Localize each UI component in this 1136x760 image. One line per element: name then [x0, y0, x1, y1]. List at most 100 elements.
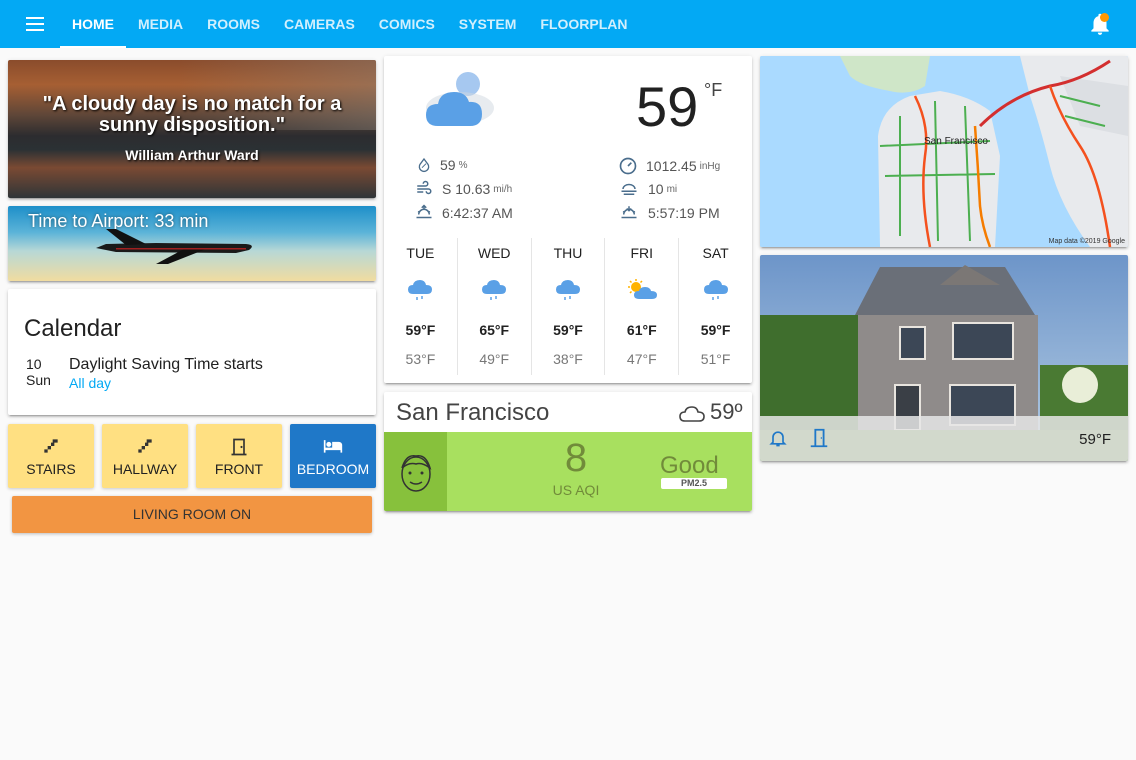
notification-badge [1100, 13, 1109, 22]
view-tabs: HOME MEDIA ROOMS CAMERAS COMICS SYSTEM F… [60, 0, 639, 48]
forecast-day-name: SAT [702, 245, 729, 261]
sunset-row: 5:57:19 PM [618, 204, 720, 222]
calendar-day-number: 10 [26, 356, 42, 372]
tab-system[interactable]: SYSTEM [447, 0, 529, 48]
quote-author: William Arthur Ward [125, 147, 259, 163]
forecast-low: 53°F [405, 351, 436, 367]
tab-rooms[interactable]: ROOMS [195, 0, 272, 48]
forecast-day-name: TUE [406, 245, 435, 261]
forecast-high: 65°F [479, 322, 510, 338]
aqi-city-name: San Francisco [396, 399, 550, 426]
stairs-button[interactable]: STAIRS [8, 424, 94, 488]
front-label: FRONT [214, 461, 264, 477]
forecast-day: WED 65°F 49°F [458, 238, 532, 375]
bell-outline-icon[interactable] [768, 427, 788, 454]
rain-cloud-icon [532, 278, 605, 302]
forecast-low: 49°F [479, 351, 510, 367]
traffic-map[interactable]: San Francisco [760, 56, 1128, 247]
tab-floorplan[interactable]: FLOORPLAN [528, 0, 639, 48]
map-credit: Map data ©2019 Google [1048, 238, 1125, 245]
sunrise-icon [416, 204, 432, 219]
visibility-row: 10 mi [618, 180, 677, 198]
house-status-bar: 59°F [760, 416, 1128, 461]
forecast-day: FRI 61°F 47°F [605, 238, 680, 375]
house-camera-card[interactable]: 59°F [760, 255, 1128, 461]
forecast-high: 59°F [405, 322, 436, 338]
top-app-bar: HOME MEDIA ROOMS CAMERAS COMICS SYSTEM F… [0, 0, 1136, 48]
bedroom-button[interactable]: BEDROOM [290, 424, 376, 488]
house-temperature: 59°F [1079, 431, 1111, 448]
wind-value: S 10.63 [442, 181, 491, 197]
sunrise-row: 6:42:37 AM [414, 204, 513, 222]
tab-home[interactable]: HOME [60, 0, 126, 48]
notifications-bell-icon[interactable] [1087, 11, 1113, 37]
pressure-row: 1012.45 inHg [618, 156, 720, 176]
bed-icon [290, 436, 376, 456]
forecast-day-name: WED [477, 245, 511, 261]
quote-card: "A cloudy day is no match for a sunny di… [8, 60, 376, 198]
wind-row: S 10.63 mi/h [414, 180, 512, 198]
door-icon [196, 436, 282, 456]
calendar-event-time[interactable]: All day [69, 375, 111, 391]
temperature-unit: °F [704, 80, 723, 100]
rain-cloud-icon [679, 278, 752, 302]
map-city-label: San Francisco [924, 136, 988, 147]
living-room-on-button[interactable]: LIVING ROOM ON [12, 496, 372, 533]
cloudy-weather-icon [426, 72, 494, 126]
stairs-icon [8, 436, 94, 456]
pressure-unit: inHg [699, 160, 721, 172]
hallway-label: HALLWAY [112, 461, 178, 477]
hallway-button[interactable]: HALLWAY [102, 424, 188, 488]
humidity-row: 59% [416, 156, 467, 174]
aqi-weather-temperature: 59º [710, 399, 743, 424]
airplane-image [96, 229, 252, 264]
calendar-title: Calendar [24, 315, 122, 342]
aqi-status-band: 8 US AQI Good PM2.5 [384, 432, 752, 511]
tab-cameras[interactable]: CAMERAS [272, 0, 367, 48]
calendar-date: 10 Sun [26, 356, 51, 388]
gauge-icon [619, 157, 637, 175]
forecast-day: THU 59°F 38°F [532, 238, 606, 375]
forecast-day: SAT 59°F 51°F [679, 238, 752, 375]
forecast-low: 51°F [700, 351, 731, 367]
forecast-day-name: THU [553, 245, 583, 261]
stairs-icon [102, 436, 188, 456]
forecast-high: 61°F [626, 322, 657, 338]
calendar-event-title[interactable]: Daylight Saving Time starts [69, 356, 263, 374]
bedroom-label: BEDROOM [296, 461, 370, 477]
aqi-rating: Good [660, 452, 719, 479]
traffic-map-card[interactable]: San Francisco Map data ©2019 Google [760, 56, 1128, 247]
air-quality-card[interactable]: San Francisco 59º 8 US AQI Good PM2.5 [384, 392, 752, 511]
sunrise-value: 6:42:37 AM [442, 205, 513, 221]
forecast-high: 59°F [553, 322, 583, 338]
forecast-day-name: FRI [630, 245, 654, 261]
tab-comics[interactable]: COMICS [367, 0, 447, 48]
rain-cloud-icon [384, 278, 457, 302]
wind-icon [417, 180, 432, 195]
calendar-card: Calendar 10 Sun Daylight Saving Time sta… [8, 289, 376, 415]
aqi-unit: US AQI [552, 482, 600, 498]
visibility-value: 10 [648, 181, 664, 197]
forecast-high: 59°F [700, 322, 731, 338]
front-door-button[interactable]: FRONT [196, 424, 282, 488]
airport-travel-card[interactable]: Time to Airport: 33 min [8, 206, 376, 281]
sunset-value: 5:57:19 PM [648, 205, 720, 221]
menu-icon[interactable] [24, 13, 46, 35]
forecast-low: 38°F [553, 351, 583, 367]
cloud-icon [679, 406, 705, 422]
quote-text: "A cloudy day is no match for a sunny di… [42, 93, 342, 136]
weather-card[interactable]: 59 °F 59% S 10.63 mi/h 6:42:37 AM 1012.45… [384, 56, 752, 383]
fog-icon [621, 183, 637, 195]
forecast-low: 47°F [626, 351, 657, 367]
tab-media[interactable]: MEDIA [126, 0, 195, 48]
humidity-unit: % [458, 159, 468, 171]
door-open-icon[interactable] [808, 427, 830, 454]
rain-cloud-icon [458, 278, 531, 302]
wind-unit: mi/h [493, 183, 513, 195]
forecast-day: TUE 59°F 53°F [384, 238, 458, 375]
aqi-pollutant: PM2.5 [661, 478, 727, 489]
smiling-face-icon [384, 432, 447, 511]
stairs-label: STAIRS [26, 461, 76, 477]
pressure-value: 1012.45 [646, 158, 697, 174]
current-temperature: 59 [636, 75, 699, 138]
